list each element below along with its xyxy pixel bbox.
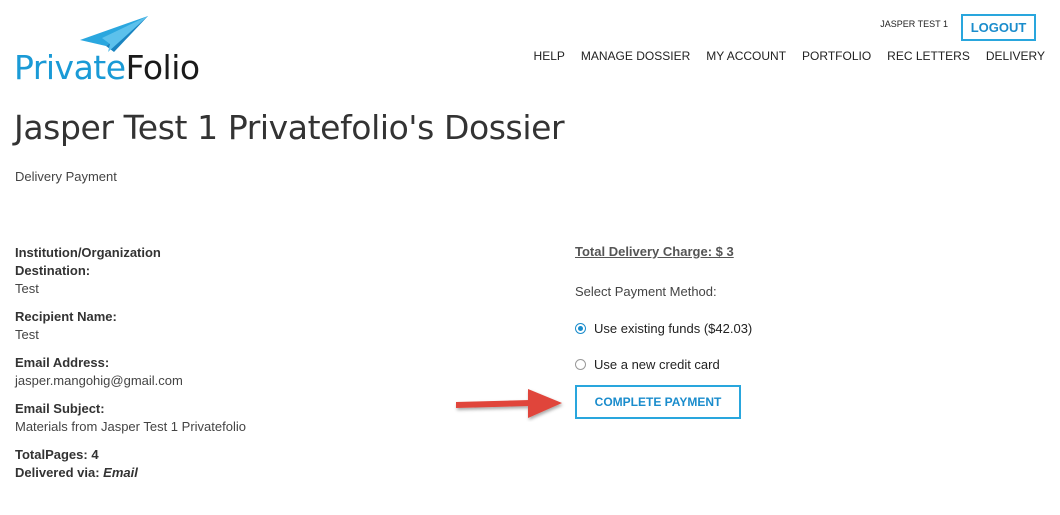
nav-delivery[interactable]: DELIVERY	[986, 49, 1045, 63]
arrow-annotation-icon	[456, 389, 562, 418]
nav-rec-letters[interactable]: REC LETTERS	[887, 49, 970, 63]
select-payment-label: Select Payment Method:	[575, 284, 717, 299]
option-new-credit-card[interactable]: Use a new credit card	[575, 357, 720, 372]
nav-manage-dossier[interactable]: MANAGE DOSSIER	[581, 49, 690, 63]
user-name: JASPER TEST 1	[880, 19, 948, 29]
subject-block: Email Subject: Materials from Jasper Tes…	[15, 400, 315, 436]
recipient-value: Test	[15, 327, 39, 342]
logout-button[interactable]: LOGOUT	[961, 14, 1036, 41]
main-nav: HELP MANAGE DOSSIER MY ACCOUNT PORTFOLIO…	[534, 49, 1045, 63]
page-subtitle: Delivery Payment	[15, 169, 117, 184]
pages-block: TotalPages: 4 Delivered via: Email	[15, 446, 315, 482]
privatefolio-logo[interactable]: PrivateFolio	[14, 14, 200, 87]
option-existing-funds-label: Use existing funds ($42.03)	[594, 321, 753, 336]
option-new-credit-card-label: Use a new credit card	[594, 357, 720, 372]
delivered-label: Delivered via:	[15, 465, 100, 480]
subject-value: Materials from Jasper Test 1 Privatefoli…	[15, 419, 246, 434]
delivered-via: Delivered via: Email	[15, 464, 315, 482]
email-block: Email Address: jasper.mangohig@gmail.com	[15, 354, 315, 390]
nav-my-account[interactable]: MY ACCOUNT	[706, 49, 786, 63]
recipient-label: Recipient Name:	[15, 309, 117, 324]
subject-label: Email Subject:	[15, 401, 105, 416]
institution-label: Institution/Organization Destination:	[15, 245, 161, 278]
institution-block: Institution/Organization Destination: Te…	[15, 244, 315, 298]
institution-value: Test	[15, 281, 39, 296]
radio-new-credit-card[interactable]	[575, 359, 586, 370]
recipient-block: Recipient Name: Test	[15, 308, 315, 344]
radio-existing-funds[interactable]	[575, 323, 586, 334]
logo-text: PrivateFolio	[14, 48, 200, 88]
nav-help[interactable]: HELP	[534, 49, 565, 63]
logo-text-private: Private	[14, 48, 126, 87]
delivery-details: Institution/Organization Destination: Te…	[15, 244, 315, 492]
email-label: Email Address:	[15, 355, 110, 370]
nav-portfolio[interactable]: PORTFOLIO	[802, 49, 871, 63]
option-existing-funds[interactable]: Use existing funds ($42.03)	[575, 321, 752, 336]
complete-payment-button[interactable]: COMPLETE PAYMENT	[575, 385, 741, 419]
page-title: Jasper Test 1 Privatefolio's Dossier	[14, 108, 565, 147]
logo-text-folio: Folio	[125, 48, 201, 87]
email-value: jasper.mangohig@gmail.com	[15, 373, 183, 388]
total-delivery-charge: Total Delivery Charge: $ 3	[575, 244, 734, 259]
delivered-value: Email	[103, 465, 138, 480]
total-pages: TotalPages: 4	[15, 447, 99, 462]
